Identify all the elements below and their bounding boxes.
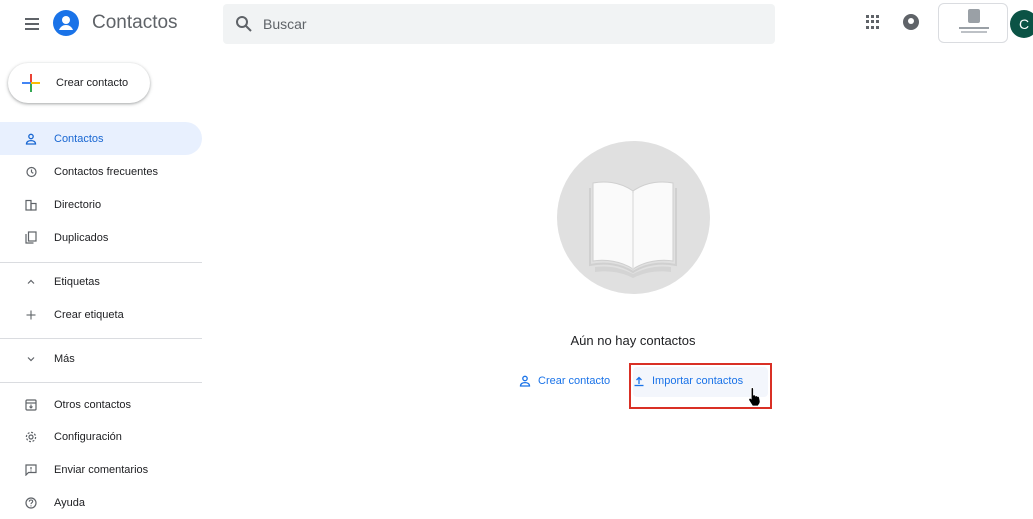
sidebar-item-label: Otros contactos: [54, 398, 132, 411]
organization-logo[interactable]: [938, 3, 1008, 43]
hand-cursor-icon: [748, 387, 761, 406]
sidebar-item-contactos[interactable]: Contactos: [0, 122, 202, 155]
empty-book-illustration: [557, 141, 710, 294]
top-app-bar: Contactos C: [0, 0, 1033, 48]
person-icon: [519, 375, 531, 387]
sidebar-item-etiquetas[interactable]: Etiquetas: [0, 265, 202, 298]
app-title[interactable]: Contactos: [92, 12, 178, 34]
divider: [0, 382, 202, 383]
sidebar-item-label: Directorio: [54, 198, 102, 211]
search-icon[interactable]: [235, 15, 253, 33]
history-icon: [24, 165, 38, 179]
sidebar-item-label: Crear etiqueta: [54, 308, 124, 321]
sidebar-item-label: Ayuda: [54, 496, 85, 509]
sidebar-item-configuracion[interactable]: Configuración: [0, 420, 202, 453]
create-contact-link-label: Crear contacto: [538, 375, 611, 387]
sidebar-item-directorio[interactable]: Directorio: [0, 188, 202, 221]
sidebar-item-mas[interactable]: Más: [0, 342, 202, 375]
contacts-logo-icon[interactable]: [53, 10, 79, 36]
avatar[interactable]: C: [1010, 10, 1033, 38]
sidebar-item-ayuda[interactable]: Ayuda: [0, 486, 202, 519]
person-icon: [24, 132, 38, 146]
sidebar-item-enviar-comentarios[interactable]: Enviar comentarios: [0, 453, 202, 486]
apps-icon[interactable]: [866, 15, 880, 29]
plus-icon: [24, 308, 38, 322]
sidebar-item-otros-contactos[interactable]: Otros contactos: [0, 388, 202, 421]
sidebar-item-crear-etiqueta[interactable]: Crear etiqueta: [0, 298, 202, 331]
create-contact-label: Crear contacto: [56, 77, 129, 89]
chevron-up-icon: [24, 275, 38, 289]
chevron-down-icon: [24, 352, 38, 366]
divider: [0, 262, 202, 263]
search-input[interactable]: [263, 4, 763, 44]
help-icon: [24, 496, 38, 510]
sidebar-item-label: Contactos: [54, 132, 104, 145]
feedback-icon: [24, 463, 38, 477]
copy-icon: [24, 231, 38, 245]
sidebar-item-frecuentes[interactable]: Contactos frecuentes: [0, 155, 202, 188]
sidebar-item-label: Etiquetas: [54, 275, 100, 288]
sidebar-item-label: Duplicados: [54, 231, 109, 244]
colored-plus-icon: [22, 74, 40, 92]
divider: [0, 338, 202, 339]
create-contact-button[interactable]: Crear contacto: [8, 63, 150, 103]
domain-icon: [24, 198, 38, 212]
notifications-icon[interactable]: [903, 14, 919, 30]
sidebar-item-label: Más: [54, 352, 75, 365]
search-bar[interactable]: [223, 4, 775, 44]
sidebar-item-label: Contactos frecuentes: [54, 165, 158, 178]
sidebar-item-label: Configuración: [54, 430, 122, 443]
gear-icon: [24, 430, 38, 444]
menu-icon[interactable]: [20, 12, 44, 36]
sidebar-item-label: Enviar comentarios: [54, 463, 149, 476]
empty-state-message: Aún no hay contactos: [570, 333, 696, 348]
sidebar-item-duplicados[interactable]: Duplicados: [0, 221, 202, 254]
archive-icon: [24, 398, 38, 412]
create-contact-link[interactable]: Crear contacto: [519, 375, 610, 387]
